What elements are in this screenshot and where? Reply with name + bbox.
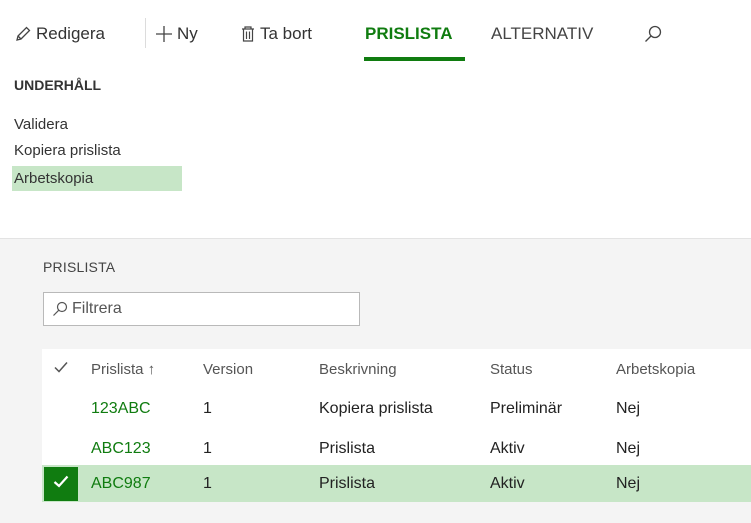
grid-header-row: Prislista ↑ Version Beskrivning Status A…: [42, 349, 751, 389]
tab-prislista-label: PRISLISTA: [365, 24, 453, 43]
table-row[interactable]: ABC123 1 Prislista Aktiv Nej: [42, 429, 751, 469]
cell-version: 1: [203, 440, 212, 457]
cell-prislista[interactable]: ABC123: [91, 429, 151, 469]
cell-arbetskopia: Nej: [616, 440, 641, 457]
active-tab-indicator: [364, 57, 465, 61]
select-all-checkbox[interactable]: [42, 349, 80, 389]
table-row[interactable]: 123ABC 1 Kopiera prislista Preliminär Ne…: [42, 389, 751, 429]
cell-arbetskopia: Nej: [616, 474, 641, 492]
cell-beskrivning: Prislista: [319, 474, 376, 492]
column-header-prislista[interactable]: Prislista ↑: [91, 349, 155, 389]
validera-label: Validera: [14, 116, 68, 133]
cell-beskrivning: Kopiera prislista: [319, 400, 433, 417]
checkmark-icon: [54, 360, 68, 378]
delete-button[interactable]: Ta bort: [240, 20, 312, 48]
delete-label: Ta bort: [260, 24, 312, 43]
price-list-grid: Prislista ↑ Version Beskrivning Status A…: [42, 349, 751, 502]
cell-status: Aktiv: [490, 474, 525, 492]
search-icon: [52, 301, 68, 317]
plus-icon: [155, 25, 173, 43]
checkmark-icon: [53, 475, 69, 493]
cell-version: 1: [203, 400, 212, 417]
cell-version: 1: [203, 474, 212, 492]
column-header-arbetskopia[interactable]: Arbetskopia: [616, 349, 695, 389]
cell-status: Aktiv: [490, 440, 525, 457]
edit-button[interactable]: Redigera: [14, 20, 105, 48]
table-row-selected[interactable]: ABC987 1 Prislista Aktiv Nej: [42, 465, 751, 502]
search-button[interactable]: [643, 20, 667, 48]
filter-placeholder: Filtrera: [72, 300, 122, 317]
arbetskopia-button[interactable]: Arbetskopia: [12, 166, 182, 191]
cell-prislista[interactable]: 123ABC: [91, 389, 151, 429]
column-header-beskrivning[interactable]: Beskrivning: [319, 349, 397, 389]
pencil-icon: [14, 25, 32, 43]
trash-icon: [240, 25, 256, 43]
new-label: Ny: [177, 24, 198, 43]
group-title-underhall: UNDERHÅLL: [14, 77, 102, 93]
tab-prislista[interactable]: PRISLISTA: [365, 20, 453, 48]
tab-alternativ[interactable]: ALTERNATIV: [491, 20, 593, 48]
column-header-version[interactable]: Version: [203, 349, 253, 389]
column-header-status[interactable]: Status: [490, 349, 533, 389]
edit-label: Redigera: [36, 24, 105, 43]
section-title: PRISLISTA: [43, 259, 116, 275]
action-pane: Redigera Ny Ta bort PRISLISTA ALTERNATIV: [0, 0, 751, 66]
filter-input[interactable]: Filtrera: [43, 292, 360, 326]
row-select-checkbox[interactable]: [42, 465, 80, 502]
toolbar-divider: [145, 18, 146, 48]
cell-status: Preliminär: [490, 400, 563, 417]
new-button[interactable]: Ny: [155, 20, 198, 48]
kopiera-prislista-button[interactable]: Kopiera prislista: [12, 138, 182, 163]
validera-button[interactable]: Validera: [12, 112, 182, 137]
tab-alternativ-label: ALTERNATIV: [491, 24, 594, 43]
kopiera-prislista-label: Kopiera prislista: [14, 142, 121, 159]
search-icon: [643, 24, 663, 44]
arbetskopia-label: Arbetskopia: [14, 170, 94, 187]
cell-prislista[interactable]: ABC987: [91, 465, 151, 502]
cell-beskrivning: Prislista: [319, 440, 376, 457]
cell-arbetskopia: Nej: [616, 400, 641, 417]
